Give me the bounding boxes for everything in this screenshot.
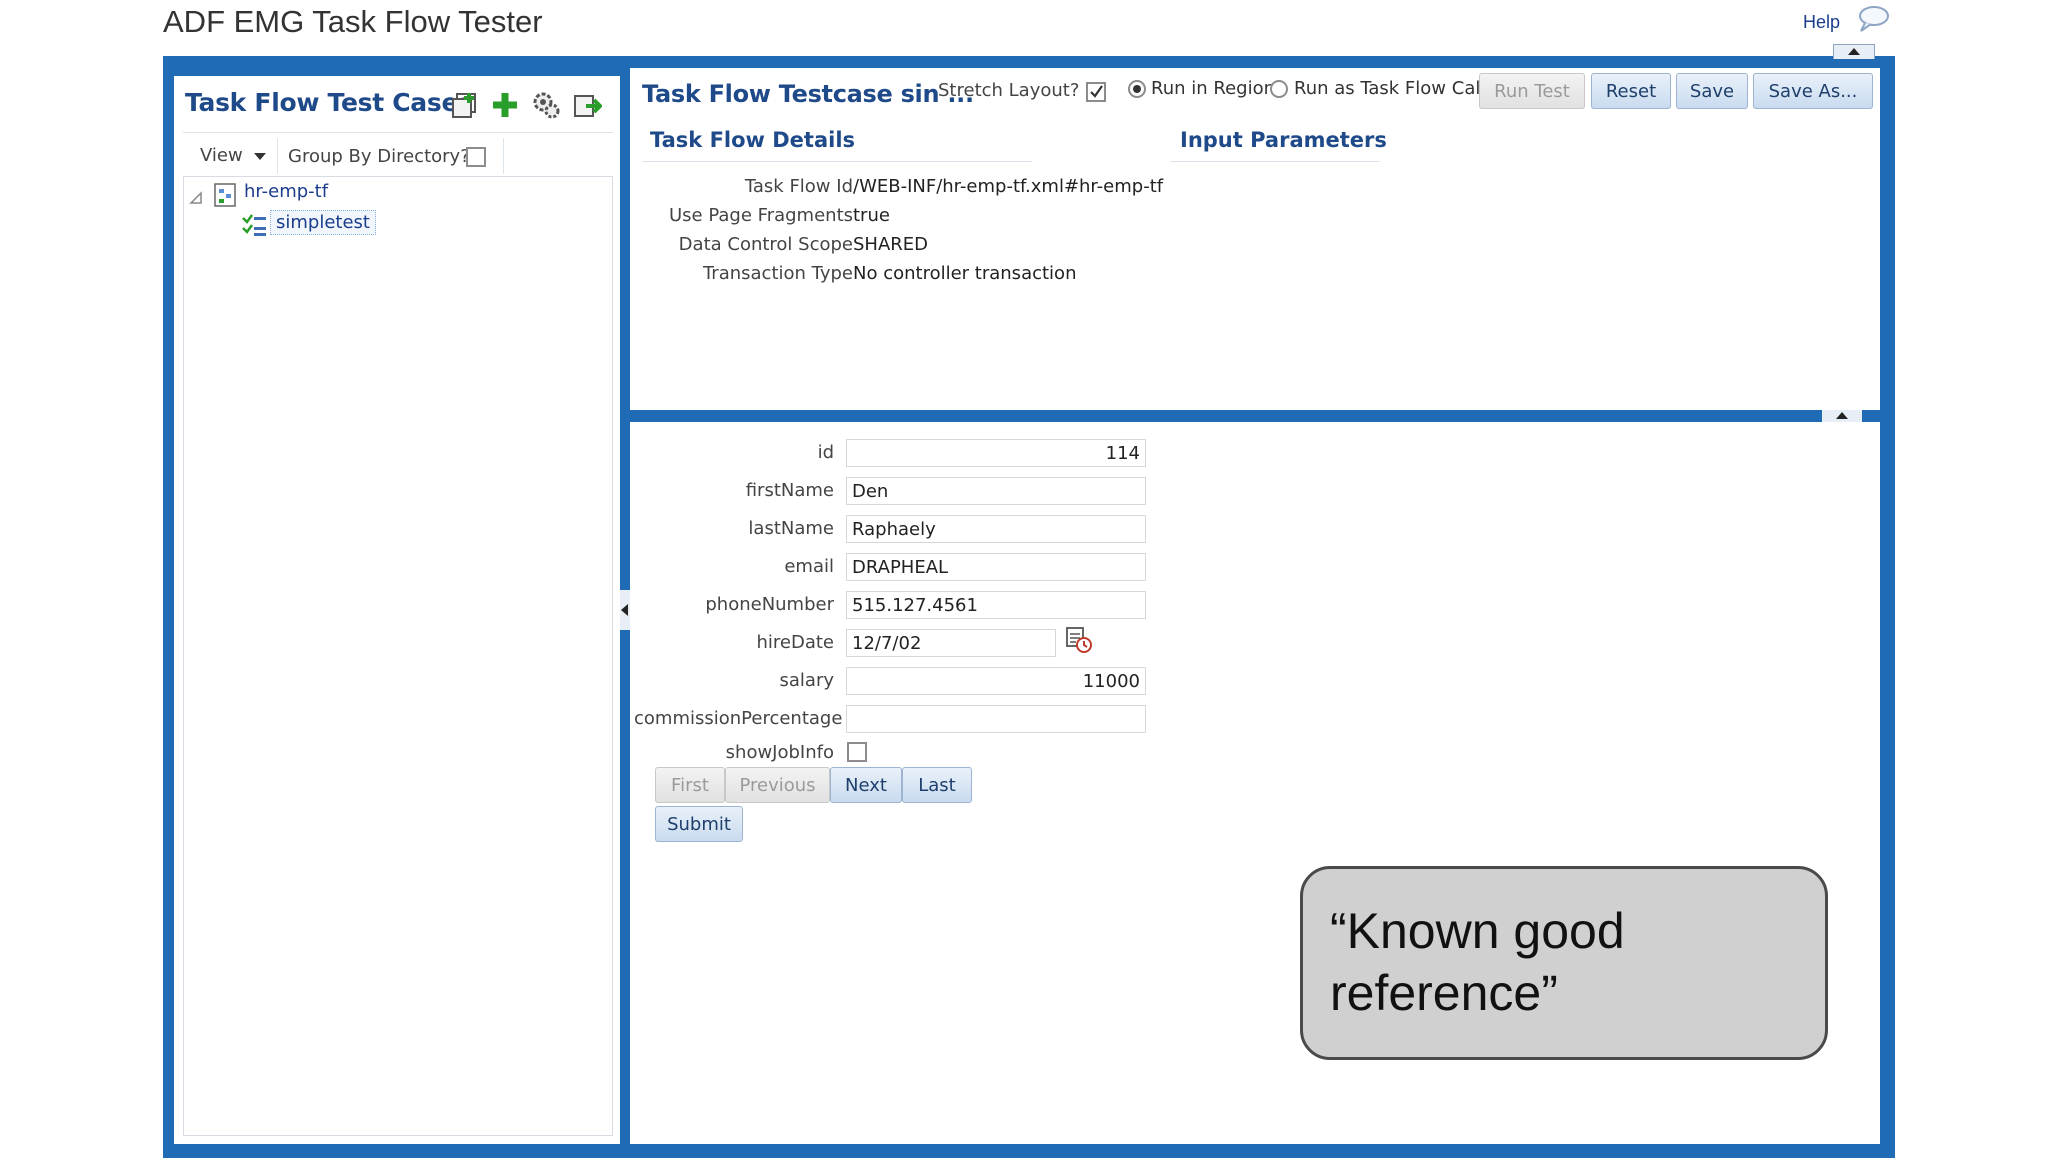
show-job-info-checkbox[interactable] [847, 742, 867, 762]
first-button[interactable]: First [655, 767, 725, 803]
divider [183, 132, 613, 133]
add-icon[interactable] [490, 90, 520, 120]
salary-label: salary [779, 670, 835, 691]
tree-node-simpletest[interactable]: simpletest [270, 210, 376, 235]
id-label: id [817, 442, 834, 463]
tree-box [183, 176, 613, 1136]
splitter-handle[interactable] [620, 590, 630, 630]
use-page-fragments-value: true [853, 205, 890, 226]
phone-number-label: phoneNumber [705, 594, 834, 615]
divider [1170, 161, 1380, 162]
input-parameters-title: Input Parameters [1180, 128, 1387, 152]
task-flow-id-value: /WEB-INF/hr-emp-tf.xml#hr-emp-tf [853, 176, 1164, 197]
previous-button[interactable]: Previous [725, 767, 830, 803]
left-panel-title: Task Flow Test Cases [185, 88, 473, 117]
transaction-type-label: Transaction Type [702, 263, 853, 284]
hire-date-field[interactable]: 12/7/02 [846, 629, 1056, 657]
transaction-type-value: No controller transaction [853, 263, 1077, 284]
run-in-region-radio[interactable] [1128, 80, 1146, 98]
last-name-field[interactable]: Raphaely [846, 515, 1146, 543]
stretch-layout-label: Stretch Layout? [938, 80, 1080, 101]
callout-text: “Known good reference” [1330, 903, 1625, 1021]
help-link[interactable]: Help [1803, 12, 1840, 33]
show-job-info-label: showJobInfo [725, 742, 834, 763]
hire-date-label: hireDate [756, 632, 834, 653]
left-panel: Task Flow Test Cases View Group By Direc… [174, 76, 620, 1144]
testcase-list-icon [240, 212, 268, 238]
salary-field[interactable]: 11000 [846, 667, 1146, 695]
app-title: ADF EMG Task Flow Tester [163, 4, 543, 39]
help-bubble-icon[interactable] [1855, 4, 1891, 34]
first-name-label: firstName [745, 480, 834, 501]
view-menu[interactable]: View [200, 145, 267, 166]
taskflow-file-icon [212, 182, 238, 208]
run-test-button[interactable]: Run Test [1479, 73, 1585, 109]
phone-number-field[interactable]: 515.127.4561 [846, 591, 1146, 619]
run-all-icon[interactable] [572, 90, 603, 120]
email-label: email [784, 556, 834, 577]
save-button[interactable]: Save [1676, 73, 1748, 109]
last-name-label: lastName [748, 518, 834, 539]
save-as-button[interactable]: Save As... [1753, 73, 1873, 109]
chevron-down-icon [254, 152, 267, 160]
reset-button[interactable]: Reset [1591, 73, 1671, 109]
collapse-mid-icon[interactable] [1822, 410, 1862, 422]
commission-percentage-label: commissionPercentage [634, 708, 843, 729]
next-button[interactable]: Next [830, 767, 902, 803]
add-folder-icon[interactable] [449, 90, 479, 120]
date-picker-icon[interactable] [1064, 625, 1094, 655]
group-by-checkbox[interactable] [466, 147, 486, 167]
testcase-panel: Task Flow Testcase sin ... Stretch Layou… [630, 68, 1880, 410]
commission-percentage-field[interactable] [846, 705, 1146, 733]
tree-expand-icon[interactable] [189, 190, 203, 209]
divider [503, 138, 504, 174]
divider [642, 161, 1032, 162]
group-by-label: Group By Directory? [288, 146, 470, 167]
stretch-layout-checkbox[interactable] [1086, 82, 1106, 102]
data-control-scope-label: Data Control Scope [678, 234, 853, 255]
run-as-task-flow-call-label: Run as Task Flow Call [1294, 78, 1486, 99]
tree-node-hr-emp-tf[interactable]: hr-emp-tf [244, 181, 328, 202]
id-field[interactable]: 114 [846, 439, 1146, 467]
collapse-top-icon[interactable] [1833, 44, 1875, 59]
submit-button[interactable]: Submit [655, 806, 743, 842]
testcase-title: Task Flow Testcase sin ... [642, 80, 974, 108]
data-control-scope-value: SHARED [853, 234, 929, 255]
run-in-region-label: Run in Region [1151, 78, 1275, 99]
task-flow-id-label: Task Flow Id [744, 176, 853, 197]
task-flow-details-title: Task Flow Details [650, 128, 856, 152]
email-field[interactable]: DRAPHEAL [846, 553, 1146, 581]
first-name-field[interactable]: Den [846, 477, 1146, 505]
view-menu-label: View [200, 145, 243, 166]
last-button[interactable]: Last [902, 767, 972, 803]
settings-icon[interactable] [531, 90, 561, 120]
use-page-fragments-label: Use Page Fragments [669, 205, 853, 226]
divider [277, 138, 278, 174]
run-as-task-flow-call-radio[interactable] [1270, 80, 1288, 98]
